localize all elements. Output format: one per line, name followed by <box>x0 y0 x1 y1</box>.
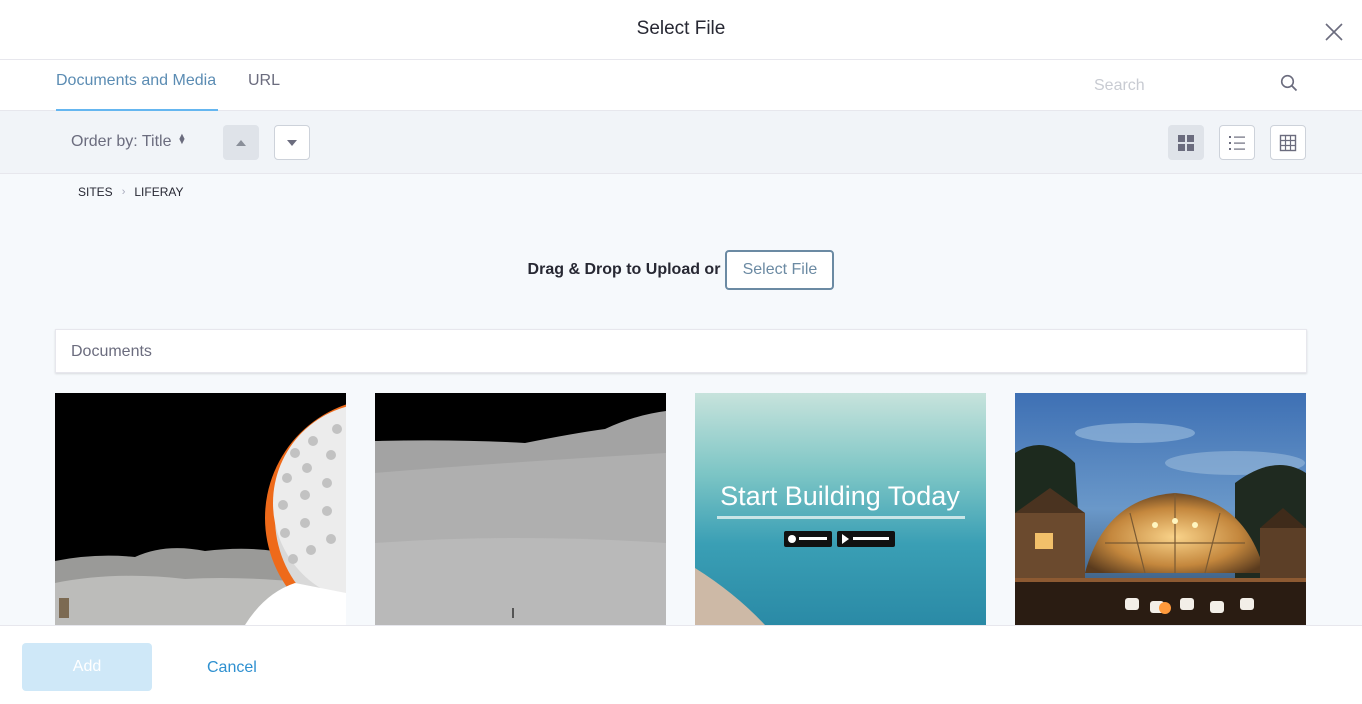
order-by-label: Order by: Title <box>71 133 172 150</box>
dome-tent-night-image <box>1015 393 1306 625</box>
sort-descending-button[interactable] <box>274 125 310 160</box>
search-input[interactable] <box>1094 71 1310 101</box>
order-by-dropdown[interactable]: Order by: Title ▲ ▼ <box>71 131 187 151</box>
documents-section-header: Documents <box>55 329 1307 373</box>
management-toolbar: Order by: Title ▲ ▼ <box>0 111 1362 174</box>
cards-view-icon <box>1178 134 1194 151</box>
sort-caret-icon: ▲ ▼ <box>177 131 187 146</box>
start-building-banner-image: Start Building Today <box>695 393 986 625</box>
list-view-button[interactable] <box>1219 125 1255 160</box>
modal-header: Select File <box>0 0 1362 60</box>
tab-documents-and-media[interactable]: Documents and Media <box>56 72 218 111</box>
chevron-right-icon: › <box>121 186 126 198</box>
list-view-icon <box>1229 135 1245 150</box>
table-view-button[interactable] <box>1270 125 1306 160</box>
sort-ascending-button[interactable] <box>223 125 259 160</box>
breadcrumb-item-liferay: LIFERAY <box>134 185 184 199</box>
breadcrumb-item-sites[interactable]: SITES <box>78 185 113 199</box>
cards-view-button[interactable] <box>1168 125 1204 160</box>
moon-golf-ball-image <box>55 393 346 625</box>
cancel-button[interactable]: Cancel <box>207 659 257 677</box>
document-card[interactable] <box>375 393 666 625</box>
search-icon[interactable] <box>1280 74 1298 92</box>
upload-area: Drag & Drop to Upload or Select File <box>0 250 1362 290</box>
lunar-surface-image <box>375 393 666 625</box>
select-file-modal: Select File Documents and Media URL Orde… <box>0 0 1362 704</box>
banner-heading: Start Building Today <box>720 481 960 511</box>
table-view-icon <box>1279 134 1297 151</box>
tab-url[interactable]: URL <box>248 72 280 111</box>
document-card[interactable]: Start Building Today <box>695 393 986 625</box>
search-box <box>1094 71 1310 101</box>
add-button[interactable]: Add <box>22 643 152 691</box>
close-icon[interactable] <box>1324 22 1344 42</box>
tab-bar: Documents and Media URL <box>0 60 1362 111</box>
modal-footer: Add Cancel <box>0 625 1362 704</box>
breadcrumb: SITES › LIFERAY <box>78 185 183 199</box>
document-card[interactable] <box>55 393 346 625</box>
document-card[interactable] <box>1015 393 1306 625</box>
upload-text: Drag & Drop to Upload or <box>527 261 721 278</box>
modal-title: Select File <box>636 18 726 39</box>
caret-down-icon <box>287 139 297 146</box>
caret-up-icon <box>236 139 246 146</box>
documents-section-title: Documents <box>71 343 152 360</box>
select-file-button[interactable]: Select File <box>725 250 835 290</box>
